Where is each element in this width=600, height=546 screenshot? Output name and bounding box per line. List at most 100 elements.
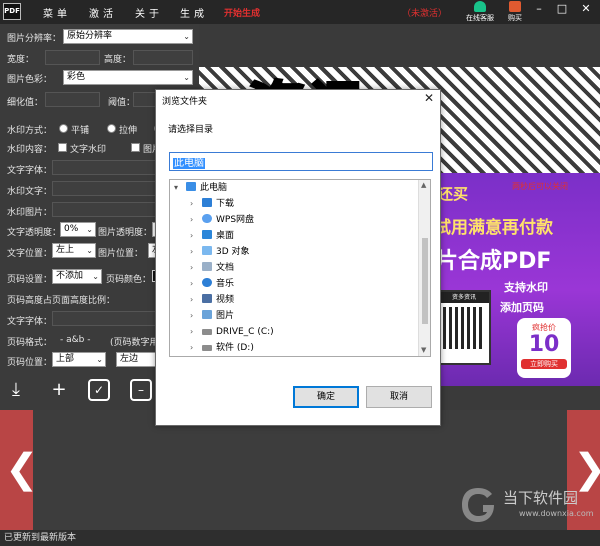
cart-icon: [509, 1, 521, 12]
tree-node-desktop[interactable]: › 桌面: [190, 228, 234, 244]
unregistered-label: （未激活）: [402, 9, 448, 19]
tree-node-downloads[interactable]: › 下载: [190, 196, 234, 212]
check-icon[interactable]: ✓: [88, 379, 110, 401]
status-bar: 已更新到最新版本: [0, 530, 600, 546]
chevron-down-icon: ⌄: [92, 272, 99, 281]
wm-text-field-label: 水印文字：: [7, 187, 53, 197]
width-input[interactable]: [45, 50, 100, 65]
pagenum-pos-v-select[interactable]: 上部 ⌄: [52, 352, 106, 367]
prev-arrow-icon: ❮: [5, 446, 39, 492]
wm-text-input[interactable]: [52, 181, 156, 196]
tree-node-videos[interactable]: › 视频: [190, 292, 234, 308]
menu-item-about[interactable]: 关于: [135, 5, 163, 20]
menu-item-activate[interactable]: 激活: [89, 5, 117, 20]
pagenum-font-label: 文字字体：: [7, 317, 53, 327]
chevron-down-icon: ⌄: [183, 73, 190, 82]
wm-tile-radio[interactable]: [59, 124, 68, 133]
resolution-select[interactable]: 原始分辨率 ⌄: [63, 29, 193, 44]
wm-content-label: 水印内容：: [7, 145, 53, 155]
add-icon[interactable]: +: [48, 379, 70, 401]
drive-icon: [202, 329, 212, 335]
pagenum-ratio-label: 页码高度占页面高度比例：: [7, 296, 116, 306]
promo-line-4: 支持水印: [504, 281, 548, 294]
minimize-button[interactable]: –: [532, 2, 546, 16]
desktop-folder-icon: [202, 230, 212, 239]
scroll-thumb[interactable]: [422, 238, 428, 324]
cancel-button[interactable]: 取消: [366, 386, 432, 408]
online-service-button[interactable]: 在线客服: [463, 1, 497, 23]
qr-pattern: [443, 307, 485, 349]
tree-node-this-pc[interactable]: ▾ 此电脑: [174, 180, 227, 196]
font-input[interactable]: [52, 160, 156, 175]
promo-line-2: 试用满意再付款: [434, 218, 553, 238]
service-icon: [474, 1, 486, 12]
threshold-label: 阈值：: [108, 98, 136, 108]
thumbnail-strip: ❮ ❯ 当下软件园 www.downxia.com: [0, 410, 600, 530]
tree-scrollbar[interactable]: ▲ ▼: [418, 180, 430, 356]
tree-node-3d[interactable]: › 3D 对象: [190, 244, 250, 260]
tree-node-pictures[interactable]: › 图片: [190, 308, 234, 324]
thin-input[interactable]: [45, 92, 100, 107]
title-bar: PDF 菜单 激活 关于 生成 开始生成 （未激活） 在线客服 购买 – □ ✕: [0, 0, 600, 24]
wm-text-checkbox[interactable]: [58, 143, 67, 152]
chevron-down-icon: ⌄: [86, 225, 93, 234]
prev-page-button[interactable]: ❮: [0, 410, 39, 530]
menu-item-generate[interactable]: 生成: [180, 5, 208, 20]
browse-folder-dialog: 浏览文件夹 ✕ 请选择目录 此电脑 ▾ 此电脑 › 下载 › WPS网盘 › 桌面 › 3…: [155, 89, 441, 426]
text-pos-select[interactable]: 左上 ⌄: [52, 243, 96, 258]
chevron-down-icon: ⌄: [183, 32, 190, 41]
ok-button[interactable]: 确定: [293, 386, 359, 408]
pagenum-font-input[interactable]: [52, 311, 156, 326]
start-generate-button[interactable]: 开始生成: [224, 6, 260, 19]
image-pos-label: 图片位置：: [98, 249, 144, 259]
folder-tree[interactable]: ▾ 此电脑 › 下载 › WPS网盘 › 桌面 › 3D 对象 › 文档 › 音乐 › 视频 ›…: [169, 179, 431, 357]
import-icon[interactable]: ⤓: [5, 379, 27, 401]
3d-folder-icon: [202, 246, 212, 255]
chevron-down-icon: ⌄: [96, 355, 103, 364]
tree-node-documents[interactable]: › 文档: [190, 260, 234, 276]
tree-node-drive-d[interactable]: › 软件 (D:): [190, 340, 254, 356]
buy-button[interactable]: 购买: [498, 1, 532, 23]
badge-number: 10: [528, 332, 560, 357]
drive-icon: [202, 345, 212, 351]
color-select[interactable]: 彩色 ⌄: [63, 70, 193, 85]
close-button[interactable]: ✕: [579, 2, 593, 16]
tree-node-music[interactable]: › 音乐: [190, 276, 234, 292]
wm-stretch-label: 拉伸: [119, 126, 138, 136]
text-pos-label: 文字位置：: [7, 249, 53, 259]
pagenum-select[interactable]: 不添加 ⌄: [52, 269, 102, 284]
pagenum-format-label: 页码格式：: [7, 338, 53, 348]
wm-image-input[interactable]: [52, 202, 156, 217]
tree-node-drive-c[interactable]: › DRIVE_C (C:): [190, 324, 274, 340]
text-opacity-select[interactable]: 0% ⌄: [60, 222, 96, 237]
height-label: 高度：: [104, 55, 132, 65]
text-opacity-label: 文字透明度：: [7, 228, 62, 238]
scroll-up-icon[interactable]: ▲: [421, 181, 426, 189]
wm-stretch-radio[interactable]: [107, 124, 116, 133]
resolution-label: 图片分辨率：: [7, 34, 62, 44]
videos-folder-icon: [202, 294, 212, 303]
dialog-prompt: 请选择目录: [168, 125, 214, 135]
remove-icon[interactable]: –: [130, 379, 152, 401]
maximize-button[interactable]: □: [555, 2, 569, 16]
height-input[interactable]: [133, 50, 193, 65]
promo-line-3: 片合成PDF: [436, 249, 552, 274]
cloud-icon: [202, 214, 212, 223]
watermark-en: www.downxia.com: [519, 509, 594, 518]
documents-folder-icon: [202, 262, 212, 271]
folder-path-input[interactable]: 此电脑: [169, 152, 433, 171]
width-label: 宽度：: [7, 55, 35, 65]
menu-item-menu[interactable]: 菜单: [43, 5, 71, 20]
pagenum-format-value[interactable]: - a&b -: [60, 335, 90, 345]
dialog-close-button[interactable]: ✕: [424, 91, 434, 105]
tree-node-wps[interactable]: › WPS网盘: [190, 212, 254, 228]
promo-line-5: 添加页码: [500, 301, 544, 314]
scroll-down-icon[interactable]: ▼: [421, 346, 426, 354]
wm-text-checkbox-label: 文字水印: [70, 145, 107, 155]
chevron-down-icon: ⌄: [86, 246, 93, 255]
qr-header: 资多资讯: [439, 292, 489, 303]
wm-image-checkbox[interactable]: [131, 143, 140, 152]
price-badge[interactable]: 疯抢价 10 立即购买: [517, 318, 571, 378]
close-countdown-hint: 两秒后可以关闭: [512, 182, 568, 191]
wm-image-field-label: 水印图片：: [7, 208, 53, 218]
